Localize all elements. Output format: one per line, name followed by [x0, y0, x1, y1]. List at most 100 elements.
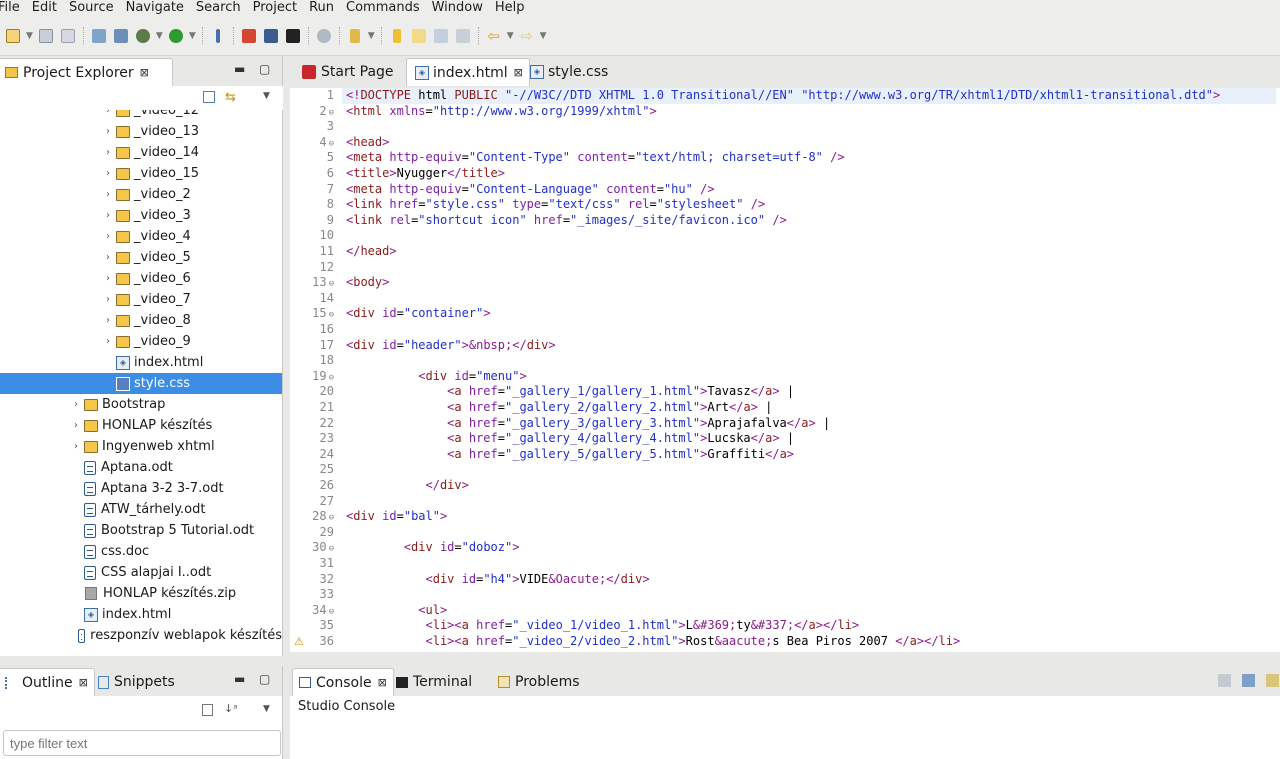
tree-item[interactable]: › _video_13	[0, 121, 282, 142]
code-line[interactable]: <a href="_gallery_5/gallery_5.html">Graf…	[346, 447, 794, 463]
tree-item[interactable]: › _video_7	[0, 289, 282, 310]
publish-icon[interactable]	[112, 27, 130, 45]
code-line[interactable]: <html xmlns="http://www.w3.org/1999/xhtm…	[346, 104, 657, 120]
fold-icon[interactable]: ⊖	[329, 544, 334, 554]
fold-icon[interactable]: ⊖	[329, 607, 334, 617]
tab-project-explorer[interactable]: Project Explorer ⊠	[0, 58, 173, 86]
new-icon[interactable]	[4, 27, 22, 45]
code-line[interactable]: <div id="header">&nbsp;</div>	[346, 338, 556, 354]
minimize-icon[interactable]: ▬	[234, 62, 245, 76]
terminal-icon[interactable]	[284, 27, 302, 45]
collapse-all-icon[interactable]	[203, 91, 215, 103]
code-line[interactable]: <head>	[346, 135, 389, 151]
close-icon[interactable]: ⊠	[140, 66, 149, 79]
pen-icon[interactable]	[346, 27, 364, 45]
sort-icon[interactable]: ↓ᵃ	[224, 702, 238, 715]
chevron-right-icon[interactable]: ›	[102, 168, 114, 179]
code-line[interactable]: <link rel="shortcut icon" href="_images/…	[346, 213, 787, 229]
warning-icon[interactable]: ⚠	[294, 635, 304, 648]
chevron-down-icon[interactable]: ▼	[368, 31, 375, 41]
close-icon[interactable]: ⊠	[79, 676, 88, 689]
tab-style-css[interactable]: ◈ style.css	[522, 58, 614, 86]
chevron-right-icon[interactable]: ›	[102, 231, 114, 242]
chevron-down-icon[interactable]: ▼	[540, 31, 547, 41]
chevron-right-icon[interactable]: ›	[102, 147, 114, 158]
debug-icon[interactable]	[134, 27, 152, 45]
tree-item[interactable]: › Ingyenweb xhtml	[0, 436, 282, 457]
code-line[interactable]: </head>	[346, 244, 397, 260]
deploy-icon[interactable]	[90, 27, 108, 45]
code-line[interactable]: <a href="_gallery_1/gallery_1.html">Tava…	[346, 384, 794, 400]
code-line[interactable]: <body>	[346, 275, 389, 291]
tree-item[interactable]: ◈ index.html	[0, 604, 282, 625]
clear-console-icon[interactable]	[1218, 674, 1231, 687]
code-line[interactable]: <div id="doboz">	[346, 540, 520, 556]
code-line[interactable]: </div>	[346, 478, 468, 494]
menu-source[interactable]: Source	[63, 1, 120, 15]
menu-search[interactable]: Search	[190, 1, 247, 15]
chevron-down-icon[interactable]: ▼	[507, 31, 514, 41]
code-line[interactable]: <div id="h4">VIDE&Oacute;</div>	[346, 572, 649, 588]
fold-icon[interactable]: ⊖	[329, 108, 334, 118]
lightning-icon[interactable]	[388, 27, 406, 45]
chevron-right-icon[interactable]: ›	[102, 210, 114, 221]
run-icon[interactable]	[167, 27, 185, 45]
menu-file[interactable]: File	[0, 1, 26, 15]
code-line[interactable]: <meta http-equiv="Content-Type" content=…	[346, 150, 845, 166]
fold-icon[interactable]: ⊖	[329, 310, 334, 320]
menu-commands[interactable]: Commands	[340, 1, 426, 15]
chevron-right-icon[interactable]: ›	[102, 315, 114, 326]
tab-outline[interactable]: Outline ⊠	[0, 668, 95, 696]
close-icon[interactable]: ⊠	[378, 676, 387, 689]
tree-item[interactable]: › _video_9	[0, 331, 282, 352]
list-icon[interactable]	[432, 27, 450, 45]
tree-item[interactable]: › _video_12	[0, 110, 282, 121]
back-icon[interactable]: ⇦	[485, 27, 503, 45]
tree-item[interactable]: Bootstrap 5 Tutorial.odt	[0, 520, 282, 541]
view-menu-icon[interactable]: ▼	[263, 91, 270, 101]
chevron-right-icon[interactable]: ›	[102, 189, 114, 200]
pin-console-icon[interactable]	[1266, 674, 1279, 687]
fold-icon[interactable]: ⊖	[329, 279, 334, 289]
maximize-icon[interactable]: ▢	[259, 62, 270, 76]
save-icon[interactable]	[37, 27, 55, 45]
tree-item[interactable]: › _video_14	[0, 142, 282, 163]
link-editor-icon[interactable]: ⇆	[225, 90, 236, 105]
tree-item[interactable]: › _video_6	[0, 268, 282, 289]
menu-help[interactable]: Help	[489, 1, 531, 15]
chevron-right-icon[interactable]: ›	[70, 399, 82, 410]
tree-item[interactable]: reszponzív weblapok készítés	[0, 625, 282, 646]
code-line[interactable]: <meta http-equiv="Content-Language" cont…	[346, 182, 715, 198]
tree-item[interactable]: › _video_5	[0, 247, 282, 268]
tab-console[interactable]: Console ⊠	[292, 668, 394, 696]
tree-item[interactable]: ◈ index.html	[0, 352, 282, 373]
code-line[interactable]: <a href="_gallery_3/gallery_3.html">Apra…	[346, 416, 830, 432]
pin-icon[interactable]	[209, 27, 227, 45]
code-line[interactable]: <a href="_gallery_2/gallery_2.html">Art<…	[346, 400, 772, 416]
code-line[interactable]: <a href="_gallery_4/gallery_4.html">Lucs…	[346, 431, 794, 447]
tree-item[interactable]: › _video_15	[0, 163, 282, 184]
view-menu-icon[interactable]: ▼	[263, 704, 270, 714]
theme-icon[interactable]	[315, 27, 333, 45]
code-line[interactable]: <li><a href="_video_1/video_1.html">L&#3…	[346, 618, 859, 634]
tree-item[interactable]: HONLAP készítés.zip	[0, 583, 282, 604]
tab-start-page[interactable]: Start Page	[296, 58, 400, 86]
chevron-right-icon[interactable]: ›	[70, 420, 82, 431]
code-line[interactable]: <li><a href="_video_2/video_2.html">Rost…	[346, 634, 960, 650]
chevron-right-icon[interactable]: ›	[102, 336, 114, 347]
code-line[interactable]: <div id="bal">	[346, 509, 447, 525]
browser-icon[interactable]	[262, 27, 280, 45]
fold-icon[interactable]: ⊖	[329, 513, 334, 523]
tree-item[interactable]: › _video_3	[0, 205, 282, 226]
tree-item[interactable]: CSS alapjai I..odt	[0, 562, 282, 583]
fold-icon[interactable]: ⊖	[329, 139, 334, 149]
tree-item[interactable]: css.doc	[0, 541, 282, 562]
minimize-icon[interactable]: ▬	[234, 672, 245, 686]
chevron-right-icon[interactable]: ›	[102, 273, 114, 284]
code-line[interactable]: <title>Nyugger</title>	[346, 166, 505, 182]
tree-item[interactable]: › HONLAP készítés	[0, 415, 282, 436]
code-line[interactable]: <div id="menu">	[346, 369, 526, 385]
code-line[interactable]: <link href="style.css" type="text/css" r…	[346, 197, 765, 213]
menu-navigate[interactable]: Navigate	[120, 1, 190, 15]
save-all-icon[interactable]	[59, 27, 77, 45]
